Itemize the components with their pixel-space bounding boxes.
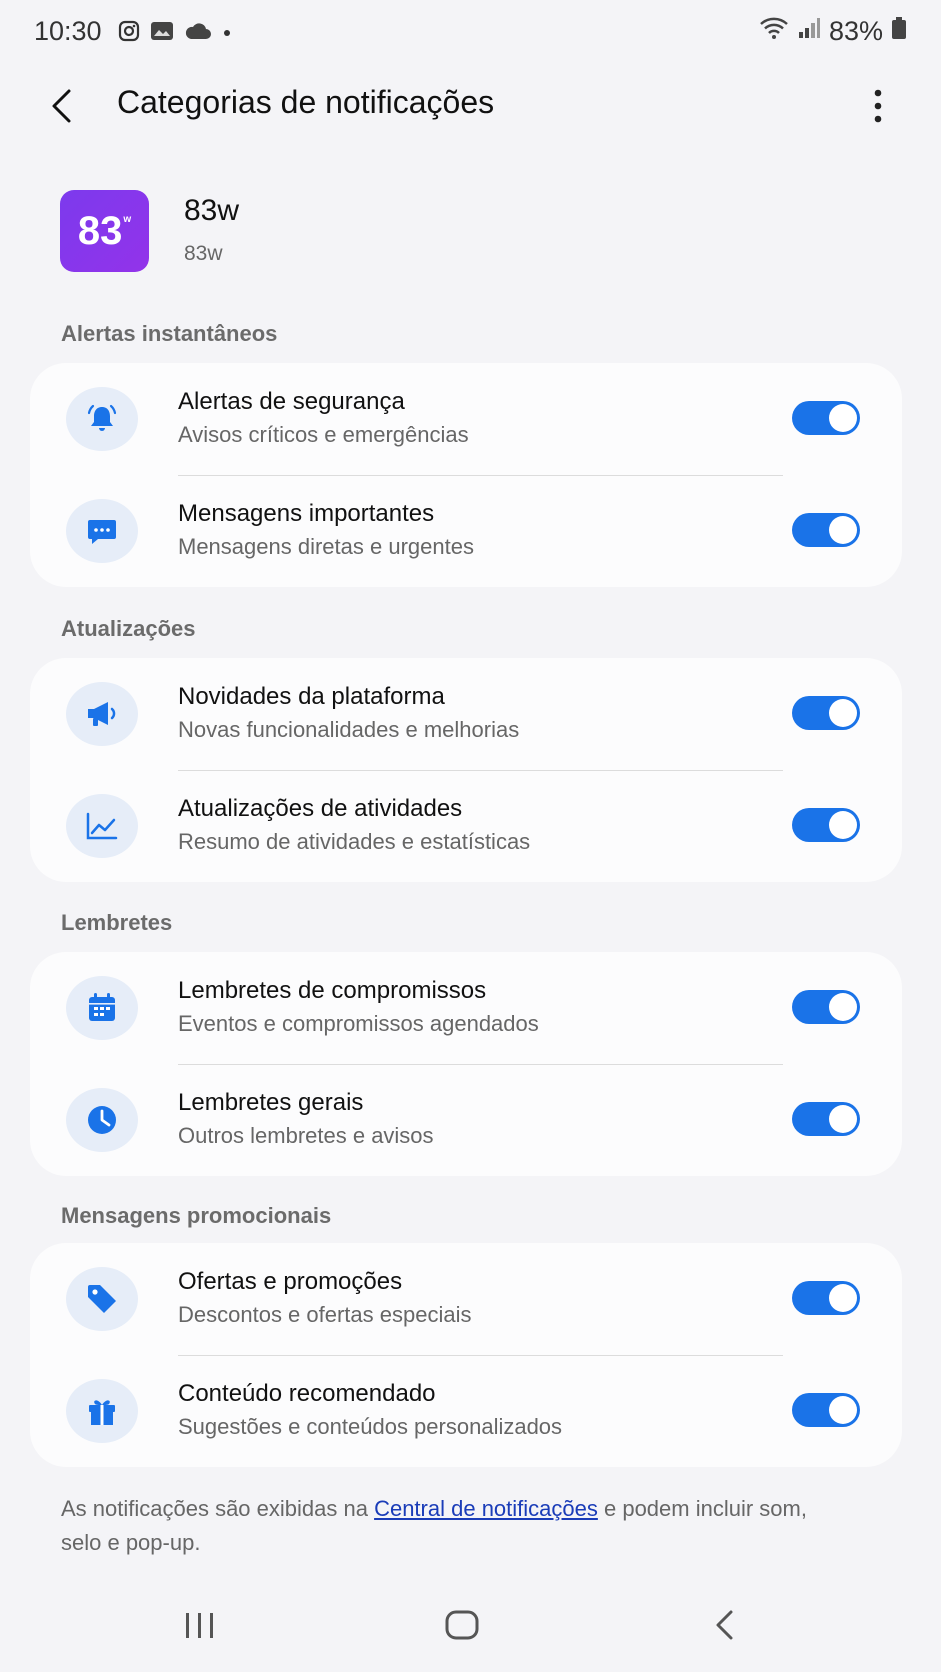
trend-chart-icon bbox=[86, 812, 118, 840]
megaphone-icon bbox=[88, 702, 116, 726]
category-subtitle: Resumo de atividades e estatísticas bbox=[178, 829, 531, 854]
section-label-updates: Atualizações bbox=[61, 616, 196, 641]
app-package-name: 83w bbox=[184, 242, 223, 265]
calendar-icon bbox=[89, 993, 115, 1021]
chat-bubble-icon bbox=[88, 520, 116, 544]
category-title: Conteúdo recomendado bbox=[178, 1380, 436, 1407]
category-title: Mensagens importantes bbox=[178, 500, 435, 527]
more-options-button[interactable] bbox=[863, 80, 893, 132]
app-logo: 83 w bbox=[60, 190, 149, 272]
signal-icon bbox=[797, 16, 821, 47]
category-row-general-reminders[interactable]: Lembretes gerais Outros lembretes e avis… bbox=[30, 1064, 902, 1176]
home-button[interactable] bbox=[432, 1600, 492, 1650]
category-row-recommended-content[interactable]: Conteúdo recomendado Sugestões e conteúd… bbox=[30, 1355, 902, 1467]
section-card-instant-alerts: Alertas de segurança Avisos críticos e e… bbox=[30, 363, 902, 587]
activity-updates-toggle[interactable] bbox=[792, 808, 860, 842]
clock-icon bbox=[88, 1106, 116, 1134]
category-subtitle: Descontos e ofertas especiais bbox=[178, 1302, 472, 1327]
category-title: Novidades da plataforma bbox=[178, 683, 445, 710]
section-label-reminders: Lembretes bbox=[61, 910, 173, 935]
offers-promotions-toggle[interactable] bbox=[792, 1281, 860, 1315]
recents-icon bbox=[186, 1613, 213, 1638]
category-subtitle: Eventos e compromissos agendados bbox=[178, 1011, 539, 1036]
back-button[interactable] bbox=[40, 84, 84, 128]
back-icon bbox=[716, 1610, 733, 1640]
category-title: Lembretes gerais bbox=[178, 1089, 364, 1116]
more-vert-icon bbox=[874, 89, 882, 123]
category-row-platform-news[interactable]: Novidades da plataforma Novas funcionali… bbox=[30, 658, 902, 770]
gallery-icon bbox=[150, 20, 174, 47]
category-subtitle: Mensagens diretas e urgentes bbox=[178, 534, 474, 559]
category-row-offers-promotions[interactable]: Ofertas e promoções Descontos e ofertas … bbox=[30, 1243, 902, 1355]
section-card-updates: Novidades da plataforma Novas funcionali… bbox=[30, 658, 902, 882]
footer-note: As notificações são exibidas na Central … bbox=[61, 1496, 807, 1555]
status-bar: 10:30 83% bbox=[0, 0, 941, 66]
section-card-promotional-messages: Ofertas e promoções Descontos e ofertas … bbox=[30, 1243, 902, 1467]
gift-icon bbox=[89, 1400, 115, 1425]
instagram-icon bbox=[118, 20, 140, 47]
section-label-promotional-messages: Mensagens promocionais bbox=[61, 1203, 332, 1228]
chevron-left-icon bbox=[52, 89, 71, 123]
category-row-security-alerts[interactable]: Alertas de segurança Avisos críticos e e… bbox=[30, 363, 902, 475]
category-title: Lembretes de compromissos bbox=[178, 977, 487, 1004]
security-alerts-toggle[interactable] bbox=[792, 401, 860, 435]
category-subtitle: Sugestões e conteúdos personalizados bbox=[178, 1414, 563, 1439]
category-subtitle: Outros lembretes e avisos bbox=[178, 1123, 434, 1148]
general-reminders-toggle[interactable] bbox=[792, 1102, 860, 1136]
appointment-reminders-toggle[interactable] bbox=[792, 990, 860, 1024]
category-row-activity-updates[interactable]: Atualizações de atividades Resumo de ati… bbox=[30, 770, 902, 882]
notification-center-link[interactable]: Central de notificações bbox=[374, 1496, 598, 1521]
tag-icon bbox=[88, 1285, 116, 1313]
recommended-content-toggle[interactable] bbox=[792, 1393, 860, 1427]
page-title: Categorias de notificações bbox=[117, 84, 495, 120]
wifi-icon bbox=[759, 16, 789, 47]
top-app-bar: Categorias de notificações bbox=[0, 66, 941, 146]
category-row-appointment-reminders[interactable]: Lembretes de compromissos Eventos e comp… bbox=[30, 952, 902, 1064]
cloud-icon bbox=[184, 21, 212, 46]
category-subtitle: Novas funcionalidades e melhorias bbox=[178, 717, 520, 742]
bell-alert-icon bbox=[87, 404, 117, 431]
notification-icons bbox=[118, 20, 232, 47]
category-title: Ofertas e promoções bbox=[178, 1268, 403, 1295]
important-messages-toggle[interactable] bbox=[792, 513, 860, 547]
section-card-reminders: Lembretes de compromissos Eventos e comp… bbox=[30, 952, 902, 1176]
battery-text: 83% bbox=[828, 16, 883, 46]
home-icon bbox=[445, 1610, 479, 1640]
dot-icon bbox=[222, 25, 232, 43]
battery-icon bbox=[891, 16, 907, 47]
category-title: Atualizações de atividades bbox=[178, 795, 463, 822]
nav-back-button[interactable] bbox=[695, 1600, 755, 1650]
platform-news-toggle[interactable] bbox=[792, 696, 860, 730]
category-title: Alertas de segurança bbox=[178, 388, 405, 415]
status-time: 10:30 bbox=[34, 16, 102, 46]
app-name: 83w bbox=[184, 194, 240, 227]
category-row-important-messages[interactable]: Mensagens importantes Mensagens diretas … bbox=[30, 475, 902, 587]
category-subtitle: Avisos críticos e emergências bbox=[178, 422, 469, 447]
recents-button[interactable] bbox=[170, 1600, 230, 1650]
section-label-instant-alerts: Alertas instantâneos bbox=[61, 321, 278, 346]
system-nav-bar bbox=[0, 1590, 941, 1672]
